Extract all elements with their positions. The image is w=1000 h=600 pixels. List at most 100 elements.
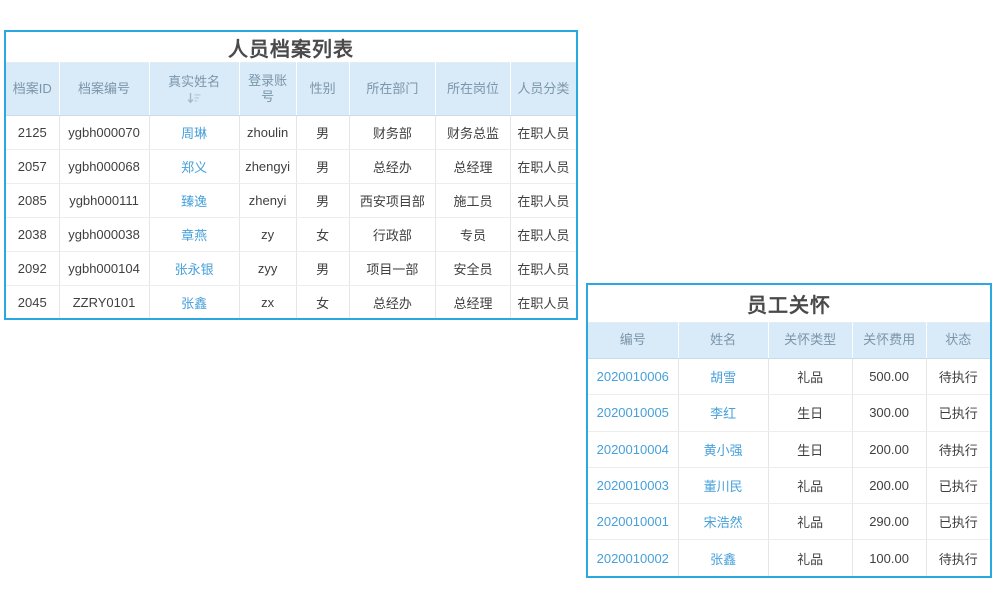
- cell-gender: 男: [296, 184, 349, 218]
- cell-position: 总经理: [436, 286, 511, 320]
- cell-archive-id: 2092: [6, 252, 59, 286]
- header-real-name-label: 真实姓名: [168, 74, 220, 90]
- table-row: 2057 ygbh000068 郑义 zhengyi 男 总经办 总经理 在职人…: [6, 150, 576, 184]
- care-name-link[interactable]: 张鑫: [710, 552, 736, 567]
- care-no-link[interactable]: 2020010001: [597, 514, 669, 529]
- care-name-link[interactable]: 李红: [710, 406, 736, 421]
- cell-care-fee: 290.00: [852, 504, 926, 540]
- cell-care-no: 2020010006: [588, 359, 678, 395]
- cell-care-status: 待执行: [926, 359, 990, 395]
- cell-care-fee: 200.00: [852, 467, 926, 503]
- cell-gender: 女: [296, 286, 349, 320]
- cell-care-name: 胡雪: [678, 359, 768, 395]
- cell-care-fee: 500.00: [852, 359, 926, 395]
- care-panel-title: 员工关怀: [588, 285, 990, 322]
- cell-care-type: 生日: [768, 431, 852, 467]
- personnel-table: 档案ID 档案编号 真实姓名: [6, 62, 576, 320]
- cell-category: 在职人员: [510, 252, 576, 286]
- real-name-link[interactable]: 郑义: [181, 160, 207, 175]
- real-name-link[interactable]: 张鑫: [181, 296, 207, 311]
- cell-department: 财务部: [349, 116, 436, 150]
- care-no-link[interactable]: 2020010003: [597, 478, 669, 493]
- care-no-link[interactable]: 2020010004: [597, 442, 669, 457]
- cell-archive-id: 2045: [6, 286, 59, 320]
- cell-archive-id: 2038: [6, 218, 59, 252]
- cell-archive-code: ygbh000111: [59, 184, 149, 218]
- cell-login-account: zyy: [239, 252, 296, 286]
- real-name-link[interactable]: 章燕: [181, 228, 207, 243]
- cell-care-status: 待执行: [926, 540, 990, 576]
- header-care-no: 编号: [588, 323, 678, 359]
- employee-care-panel: 员工关怀 编号 姓名 关怀类型 关怀费用 状态 2020010006 胡雪 礼品…: [586, 283, 992, 578]
- header-real-name[interactable]: 真实姓名: [149, 63, 239, 116]
- cell-position: 专员: [436, 218, 511, 252]
- cell-archive-id: 2125: [6, 116, 59, 150]
- table-row: 2125 ygbh000070 周琳 zhoulin 男 财务部 财务总监 在职…: [6, 116, 576, 150]
- cell-archive-id: 2057: [6, 150, 59, 184]
- table-row: 2020010003 董川民 礼品 200.00 已执行: [588, 467, 990, 503]
- real-name-link[interactable]: 臻逸: [181, 194, 207, 209]
- personnel-panel-title: 人员档案列表: [6, 32, 576, 62]
- cell-archive-code: ygbh000070: [59, 116, 149, 150]
- cell-category: 在职人员: [510, 218, 576, 252]
- care-name-link[interactable]: 宋浩然: [704, 515, 743, 530]
- cell-care-fee: 100.00: [852, 540, 926, 576]
- real-name-link[interactable]: 张永银: [175, 262, 214, 277]
- cell-care-no: 2020010002: [588, 540, 678, 576]
- cell-care-fee: 200.00: [852, 431, 926, 467]
- table-row: 2020010005 李红 生日 300.00 已执行: [588, 395, 990, 431]
- real-name-link[interactable]: 周琳: [181, 126, 207, 141]
- cell-real-name: 张永银: [149, 252, 239, 286]
- care-name-link[interactable]: 胡雪: [710, 370, 736, 385]
- cell-care-fee: 300.00: [852, 395, 926, 431]
- table-row: 2092 ygbh000104 张永银 zyy 男 项目一部 安全员 在职人员: [6, 252, 576, 286]
- header-care-status: 状态: [926, 323, 990, 359]
- cell-category: 在职人员: [510, 184, 576, 218]
- personnel-list-panel: 人员档案列表 档案ID 档案编号 真实姓名: [4, 30, 578, 320]
- cell-care-name: 李红: [678, 395, 768, 431]
- cell-care-no: 2020010004: [588, 431, 678, 467]
- care-name-link[interactable]: 黄小强: [704, 443, 743, 458]
- cell-real-name: 周琳: [149, 116, 239, 150]
- cell-care-status: 已执行: [926, 395, 990, 431]
- cell-login-account: zy: [239, 218, 296, 252]
- care-no-link[interactable]: 2020010006: [597, 369, 669, 384]
- cell-position: 安全员: [436, 252, 511, 286]
- cell-archive-id: 2085: [6, 184, 59, 218]
- cell-archive-code: ygbh000104: [59, 252, 149, 286]
- header-position: 所在岗位: [436, 63, 511, 116]
- cell-department: 西安项目部: [349, 184, 436, 218]
- header-login-account: 登录账号: [239, 63, 296, 116]
- cell-position: 总经理: [436, 150, 511, 184]
- cell-department: 总经办: [349, 150, 436, 184]
- care-no-link[interactable]: 2020010002: [597, 551, 669, 566]
- cell-care-no: 2020010003: [588, 467, 678, 503]
- cell-care-status: 待执行: [926, 431, 990, 467]
- cell-care-type: 礼品: [768, 540, 852, 576]
- cell-archive-code: ygbh000038: [59, 218, 149, 252]
- cell-archive-code: ZZRY0101: [59, 286, 149, 320]
- header-care-name: 姓名: [678, 323, 768, 359]
- header-gender: 性别: [296, 63, 349, 116]
- personnel-header-row: 档案ID 档案编号 真实姓名: [6, 63, 576, 116]
- header-department: 所在部门: [349, 63, 436, 116]
- cell-gender: 女: [296, 218, 349, 252]
- cell-real-name: 章燕: [149, 218, 239, 252]
- header-archive-id: 档案ID: [6, 63, 59, 116]
- care-name-link[interactable]: 董川民: [704, 479, 743, 494]
- header-category: 人员分类: [510, 63, 576, 116]
- cell-care-status: 已执行: [926, 504, 990, 540]
- header-care-type: 关怀类型: [768, 323, 852, 359]
- cell-department: 项目一部: [349, 252, 436, 286]
- cell-category: 在职人员: [510, 286, 576, 320]
- table-row: 2020010001 宋浩然 礼品 290.00 已执行: [588, 504, 990, 540]
- cell-position: 财务总监: [436, 116, 511, 150]
- cell-care-name: 宋浩然: [678, 504, 768, 540]
- sort-amount-icon[interactable]: [187, 92, 201, 104]
- cell-real-name: 臻逸: [149, 184, 239, 218]
- table-row: 2085 ygbh000111 臻逸 zhenyi 男 西安项目部 施工员 在职…: [6, 184, 576, 218]
- cell-real-name: 郑义: [149, 150, 239, 184]
- cell-login-account: zhengyi: [239, 150, 296, 184]
- care-no-link[interactable]: 2020010005: [597, 405, 669, 420]
- care-header-row: 编号 姓名 关怀类型 关怀费用 状态: [588, 323, 990, 359]
